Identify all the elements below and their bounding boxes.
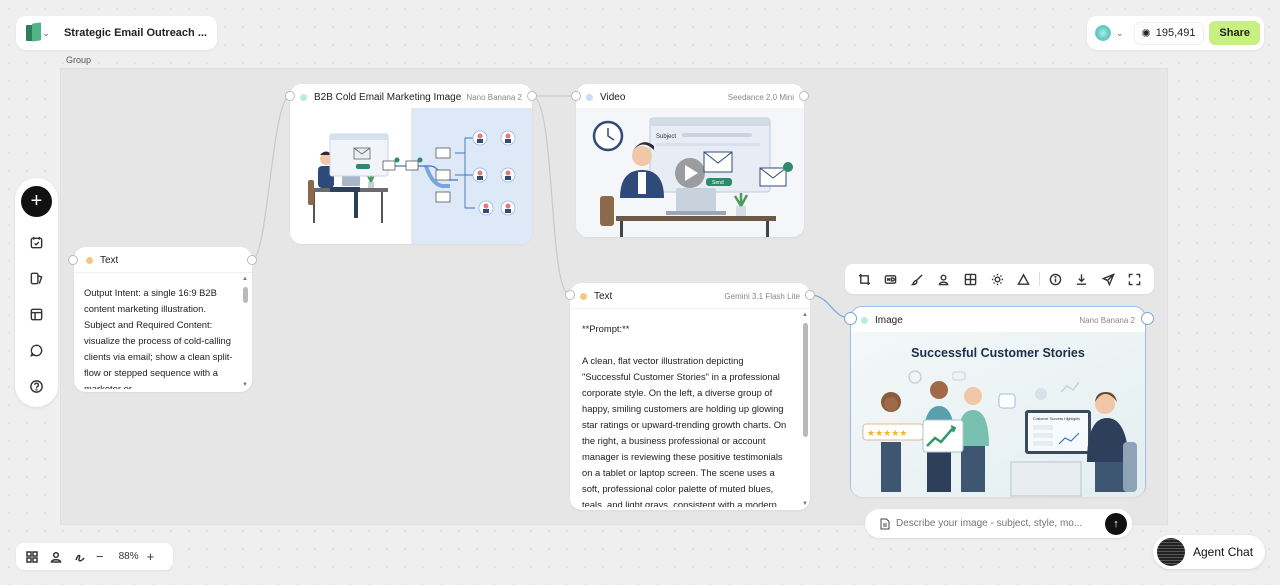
image-toolbar [845, 264, 1154, 294]
b2b-illustration [290, 108, 532, 244]
download-icon[interactable] [1068, 268, 1095, 290]
status-dot [861, 316, 868, 324]
agent-avatar [1157, 538, 1185, 566]
scroll-down-icon[interactable]: ▼ [802, 501, 808, 507]
scroll-down-icon[interactable]: ▼ [242, 382, 248, 388]
crop-icon[interactable] [851, 268, 878, 290]
person-icon[interactable] [46, 551, 66, 563]
model-label: Nano Banana 2 [466, 92, 522, 102]
scrollbar-thumb[interactable] [803, 323, 808, 437]
node-title: Text [594, 290, 613, 302]
send-icon[interactable] [1095, 268, 1122, 290]
brush-icon[interactable] [904, 268, 931, 290]
grid-icon[interactable] [957, 268, 984, 290]
app-logo-icon [26, 22, 41, 43]
model-label: Nano Banana 2 [1079, 315, 1135, 325]
input-port[interactable] [565, 290, 575, 300]
credits-value: 195,491 [1155, 27, 1196, 39]
assets-icon[interactable] [26, 267, 48, 289]
document-icon [880, 518, 890, 530]
info-icon[interactable] [1042, 268, 1069, 290]
person-icon[interactable] [931, 268, 958, 290]
image-node-selected[interactable]: Image Nano Banana 2 Successful Customer … [850, 306, 1146, 497]
input-port[interactable] [68, 255, 78, 265]
status-dot [580, 292, 587, 300]
model-label: Seedance 2.0 Mini [727, 92, 794, 102]
scrollbar-thumb[interactable] [243, 287, 248, 303]
output-port[interactable] [1141, 312, 1154, 325]
video-node[interactable]: Video Seedance 2.0 Mini Subject Send [576, 84, 804, 237]
top-right-controls: ⌄ ✺ 195,491 Share [1087, 16, 1264, 50]
output-port[interactable] [527, 91, 537, 101]
output-port[interactable] [799, 91, 809, 101]
triangle-icon[interactable] [1010, 268, 1037, 290]
avatar[interactable] [1095, 25, 1111, 41]
project-title[interactable]: Strategic Email Outreach ... [64, 27, 207, 39]
scroll-up-icon[interactable]: ▲ [242, 276, 248, 282]
chat-icon[interactable] [26, 339, 48, 361]
thumb-send-label: Send [712, 180, 724, 186]
thumb-subject-label: Subject [656, 134, 676, 140]
text-node-prompt[interactable]: Text Gemini 3.1 Flash Lite **Prompt:** A… [570, 283, 810, 510]
zoom-in-button[interactable]: + [147, 549, 155, 564]
add-icon[interactable]: + [21, 186, 52, 217]
model-label: Gemini 3.1 Flash Lite [724, 291, 800, 301]
hd-icon[interactable] [878, 268, 905, 290]
sign-icon[interactable] [70, 551, 90, 563]
generated-image[interactable]: Successful Customer Stories ★★★★★ Custom… [851, 332, 1145, 497]
node-text-content[interactable]: **Prompt:** A clean, flat vector illustr… [582, 321, 794, 507]
node-title: Image [875, 314, 903, 326]
node-text-content[interactable]: Output Intent: a single 16:9 B2B content… [84, 285, 234, 389]
prompt-heading: **Prompt:** [582, 323, 630, 334]
light-icon[interactable] [984, 268, 1011, 290]
project-switcher[interactable]: ⌄ Strategic Email Outreach ... [16, 16, 217, 50]
scroll-up-icon[interactable]: ▲ [802, 312, 808, 318]
agent-chat-label: Agent Chat [1193, 545, 1254, 559]
customer-stories-illustration: Successful Customer Stories ★★★★★ Custom… [851, 332, 1145, 497]
text-node-left[interactable]: Text Output Intent: a single 16:9 B2B co… [74, 247, 252, 392]
send-arrow-icon[interactable]: ↑ [1105, 512, 1127, 535]
chevron-down-icon[interactable]: ⌄ [42, 28, 50, 39]
status-dot [586, 93, 593, 101]
output-port[interactable] [247, 255, 257, 265]
toolbar-divider [1038, 272, 1040, 286]
left-toolbar: + [15, 178, 58, 407]
status-dot [86, 256, 93, 264]
layout-icon[interactable] [26, 303, 48, 325]
expand-icon[interactable] [1121, 268, 1148, 290]
video-thumbnail[interactable]: Subject Send [576, 108, 804, 237]
zoom-out-button[interactable]: − [96, 549, 104, 564]
input-port[interactable] [844, 312, 857, 325]
credits-badge[interactable]: ✺ 195,491 [1133, 21, 1204, 45]
svg-text:★★★★★: ★★★★★ [867, 429, 907, 439]
chevron-down-icon[interactable]: ⌄ [1116, 28, 1124, 39]
group-label: Group [66, 55, 92, 65]
input-port[interactable] [571, 91, 581, 101]
bottom-controls: − 88% + [16, 543, 173, 570]
share-button[interactable]: Share [1209, 21, 1260, 45]
agent-chat-button[interactable]: Agent Chat [1153, 535, 1265, 569]
video-illustration: Subject Send [576, 108, 804, 237]
node-title: B2B Cold Email Marketing Image [314, 91, 462, 103]
image-prompt-bar: ↑ [865, 509, 1132, 538]
image-node-b2b[interactable]: B2B Cold Email Marketing Image Nano Bana… [290, 84, 532, 244]
help-icon[interactable] [26, 375, 48, 397]
prompt-body: A clean, flat vector illustration depict… [582, 355, 787, 507]
node-title: Video [600, 91, 626, 103]
status-dot [300, 93, 307, 101]
prompt-input[interactable] [896, 518, 1096, 529]
grid-icon[interactable] [22, 550, 42, 563]
output-port[interactable] [805, 290, 815, 300]
screen-heading: Customer Success Highlights [1033, 417, 1080, 421]
zoom-level[interactable]: 88% [119, 551, 139, 562]
generated-image[interactable] [290, 108, 532, 244]
image-heading: Successful Customer Stories [911, 346, 1085, 360]
bulb-icon: ✺ [1141, 27, 1151, 40]
input-port[interactable] [285, 91, 295, 101]
node-title: Text [100, 254, 119, 266]
calendar-icon[interactable] [26, 231, 48, 253]
